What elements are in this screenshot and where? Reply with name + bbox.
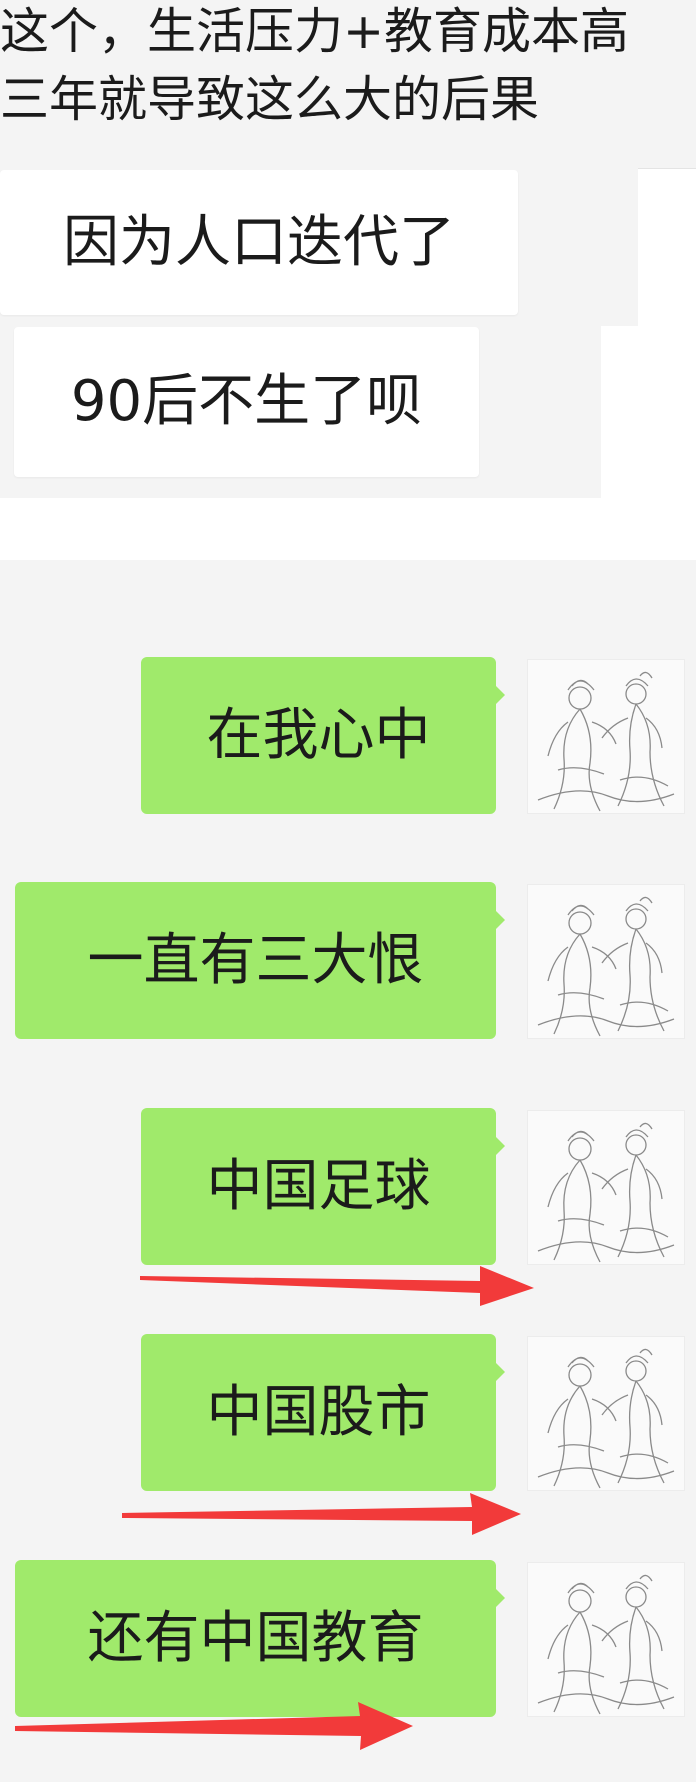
received-message-bubble[interactable]: 因为人口迭代了 xyxy=(0,170,518,315)
sent-message-bubble[interactable]: 在我心中 xyxy=(141,657,505,814)
sent-message-bubble[interactable]: 还有中国教育 xyxy=(15,1560,505,1717)
fragment-line-1: 这个，生活压力+教育成本高 xyxy=(0,3,630,60)
message-text: 中国股市 xyxy=(206,1379,431,1445)
message-text: 在我心中 xyxy=(206,702,431,768)
sketch-figures-avatar-icon xyxy=(537,671,675,812)
sent-message-bubble[interactable]: 中国股市 xyxy=(141,1334,505,1491)
fragment-line-2: 三年就导致这么大的后果 xyxy=(0,71,540,128)
previous-message-fragment: 这个，生活压力+教育成本高 三年就导致这么大的后果 xyxy=(0,0,696,169)
message-text: 还有中国教育 xyxy=(87,1605,424,1671)
sketch-figures-avatar-icon xyxy=(537,1122,675,1263)
message-text: 因为人口迭代了 xyxy=(63,209,455,275)
avatar[interactable] xyxy=(527,1336,685,1491)
avatar[interactable] xyxy=(527,1562,685,1717)
received-message-bubble[interactable]: 90后不生了呗 xyxy=(14,327,479,477)
message-text: 90后不生了呗 xyxy=(70,369,423,434)
sketch-figures-avatar-icon xyxy=(537,1574,675,1715)
message-text: 中国足球 xyxy=(206,1153,431,1219)
avatar[interactable] xyxy=(527,1110,685,1265)
red-arrow-icon xyxy=(122,1493,521,1535)
avatar[interactable] xyxy=(527,884,685,1039)
message-text: 一直有三大恨 xyxy=(87,927,424,993)
sent-message-bubble[interactable]: 中国足球 xyxy=(141,1108,505,1265)
red-arrow-icon xyxy=(140,1266,534,1306)
sent-message-bubble[interactable]: 一直有三大恨 xyxy=(15,882,505,1039)
avatar[interactable] xyxy=(527,659,685,814)
red-arrow-icon xyxy=(15,1702,413,1750)
sketch-figures-avatar-icon xyxy=(537,896,675,1037)
sketch-figures-avatar-icon xyxy=(537,1348,675,1489)
